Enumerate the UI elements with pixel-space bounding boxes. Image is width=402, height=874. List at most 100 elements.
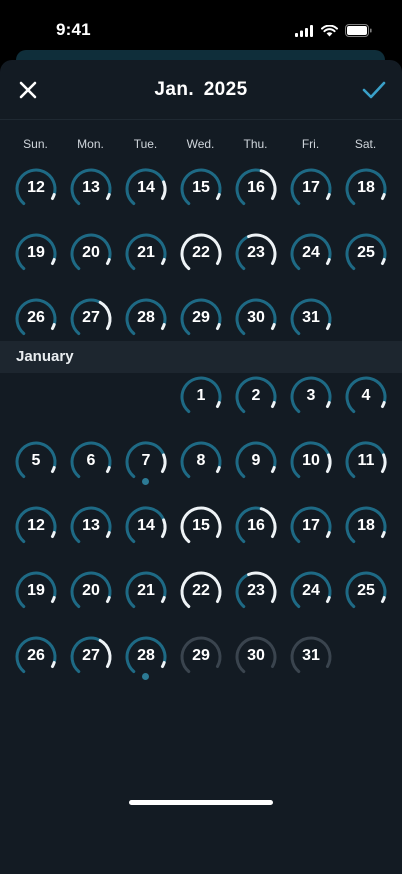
- calendar-day[interactable]: 24: [290, 233, 332, 273]
- calendar-day[interactable]: 23: [235, 571, 277, 611]
- day-number: 6: [86, 452, 96, 469]
- sheet-header: Jan. 2025: [0, 60, 402, 120]
- confirm-button[interactable]: [360, 76, 388, 104]
- calendar-day[interactable]: 9: [235, 441, 277, 481]
- calendar-day[interactable]: 26: [15, 298, 57, 338]
- day-number: 21: [137, 244, 155, 261]
- day-number: 31: [302, 309, 320, 326]
- weekday-label: Tue.: [133, 137, 158, 151]
- calendar-day[interactable]: 27: [70, 298, 112, 338]
- wifi-icon: [321, 24, 338, 36]
- calendar-day[interactable]: 19: [15, 571, 57, 611]
- day-number: 13: [82, 179, 100, 196]
- weekday-label: Mon.: [77, 137, 104, 151]
- day-number: 27: [82, 647, 100, 664]
- day-number: 11: [357, 452, 375, 469]
- calendar-day[interactable]: 17: [290, 506, 332, 546]
- calendar-day[interactable]: 21: [125, 571, 167, 611]
- calendar-day[interactable]: 18: [345, 168, 387, 208]
- calendar-day[interactable]: 29: [180, 636, 222, 676]
- calendar-day[interactable]: 22: [180, 233, 222, 273]
- day-number: 17: [302, 179, 320, 196]
- calendar-day[interactable]: 25: [345, 233, 387, 273]
- calendar-day[interactable]: 30: [235, 636, 277, 676]
- day-number: 20: [82, 244, 100, 261]
- calendar-day[interactable]: 15: [180, 506, 222, 546]
- calendar-day[interactable]: 13: [70, 168, 112, 208]
- calendar-day[interactable]: 5: [15, 441, 57, 481]
- day-number: 22: [192, 244, 210, 261]
- calendar-day[interactable]: 2: [235, 376, 277, 416]
- day-number: 3: [306, 387, 316, 404]
- calendar-day[interactable]: 22: [180, 571, 222, 611]
- calendar-day[interactable]: 29: [180, 298, 222, 338]
- day-number: 12: [27, 517, 45, 534]
- day-number: 30: [247, 309, 265, 326]
- day-number: 18: [357, 517, 375, 534]
- calendar-day[interactable]: 31: [290, 298, 332, 338]
- calendar-day[interactable]: 10: [290, 441, 332, 481]
- home-indicator: [129, 800, 273, 805]
- day-number: 28: [137, 647, 155, 664]
- calendar-day[interactable]: 24: [290, 571, 332, 611]
- day-number: 30: [247, 647, 265, 664]
- month-year-title[interactable]: Jan. 2025: [0, 79, 402, 101]
- calendar-day[interactable]: 14: [125, 506, 167, 546]
- calendar-day[interactable]: 27: [70, 636, 112, 676]
- day-number: 10: [302, 452, 320, 469]
- weekday-label: Thu.: [243, 137, 268, 151]
- day-number: 16: [247, 517, 265, 534]
- calendar-day[interactable]: 30: [235, 298, 277, 338]
- day-number: 14: [137, 179, 155, 196]
- calendar-day[interactable]: 1: [180, 376, 222, 416]
- calendar-day[interactable]: 11: [345, 441, 387, 481]
- status-icons: [295, 24, 372, 37]
- day-number: 25: [357, 582, 375, 599]
- calendar-day[interactable]: 7: [125, 441, 167, 485]
- calendar-day[interactable]: 20: [70, 233, 112, 273]
- day-number: 27: [82, 309, 100, 326]
- calendar-day[interactable]: 14: [125, 168, 167, 208]
- weekday-label: Wed.: [186, 137, 215, 151]
- day-number: 8: [196, 452, 206, 469]
- calendar-day[interactable]: 6: [70, 441, 112, 481]
- calendar-day[interactable]: 12: [15, 168, 57, 208]
- calendar-sheet: Jan. 2025 Sun. Mon. Tue. Wed. Thu. Fri. …: [0, 60, 402, 874]
- day-number: 13: [82, 517, 100, 534]
- calendar-day[interactable]: 28: [125, 298, 167, 338]
- day-number: 25: [357, 244, 375, 261]
- calendar-day[interactable]: 17: [290, 168, 332, 208]
- day-number: 29: [192, 309, 210, 326]
- calendar-day[interactable]: 13: [70, 506, 112, 546]
- calendar-day[interactable]: 12: [15, 506, 57, 546]
- calendar-day[interactable]: 20: [70, 571, 112, 611]
- calendar-day[interactable]: 19: [15, 233, 57, 273]
- day-number: 2: [251, 387, 261, 404]
- day-number: 5: [31, 452, 41, 469]
- day-number: 24: [302, 244, 320, 261]
- calendar-day[interactable]: 16: [235, 168, 277, 208]
- day-number: 22: [192, 582, 210, 599]
- calendar-day[interactable]: 25: [345, 571, 387, 611]
- day-number: 7: [141, 452, 151, 469]
- calendar-day[interactable]: 15: [180, 168, 222, 208]
- status-bar: 9:41: [0, 0, 402, 56]
- calendar-day[interactable]: 8: [180, 441, 222, 481]
- calendar-day[interactable]: 21: [125, 233, 167, 273]
- day-number: 31: [302, 647, 320, 664]
- calendar-day[interactable]: 4: [345, 376, 387, 416]
- calendar-day[interactable]: 16: [235, 506, 277, 546]
- calendar-day[interactable]: 31: [290, 636, 332, 676]
- calendar-day[interactable]: 23: [235, 233, 277, 273]
- day-number: 15: [192, 179, 210, 196]
- weekday-label: Sun.: [23, 137, 48, 151]
- calendar-day[interactable]: 18: [345, 506, 387, 546]
- checkmark-icon: [362, 81, 386, 99]
- calendar-day[interactable]: 28: [125, 636, 167, 680]
- day-number: 19: [27, 244, 45, 261]
- calendar-day[interactable]: 3: [290, 376, 332, 416]
- battery-icon: [345, 24, 372, 37]
- day-number: 12: [27, 179, 45, 196]
- calendar-day[interactable]: 26: [15, 636, 57, 676]
- day-number: 23: [247, 582, 265, 599]
